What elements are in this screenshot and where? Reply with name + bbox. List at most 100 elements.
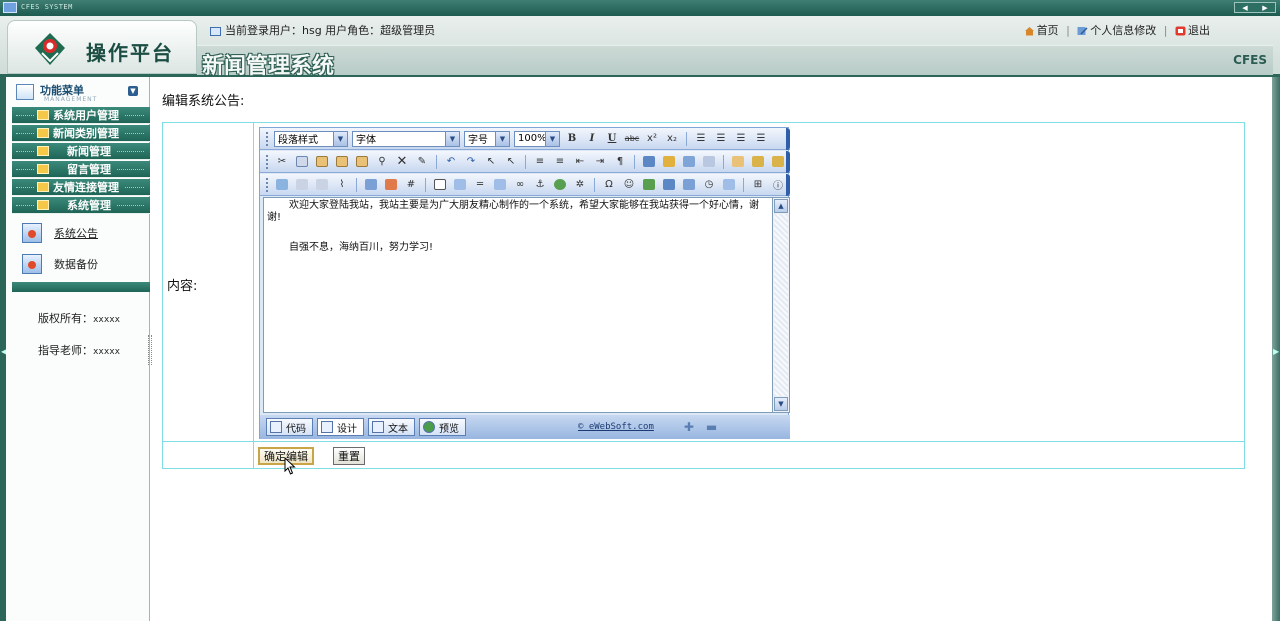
logout-link[interactable]: 退出: [1188, 24, 1210, 37]
paragraph-style-value: 段落样式: [278, 135, 318, 146]
remove-format-icon[interactable]: ✎: [414, 154, 430, 170]
map-icon[interactable]: [552, 177, 568, 193]
about-icon[interactable]: ⓘ: [770, 177, 786, 193]
subscript-icon[interactable]: x₂: [664, 131, 680, 147]
sidebar-item-system-management[interactable]: 系统管理: [12, 197, 150, 214]
paragraph-icon[interactable]: ¶: [612, 154, 628, 170]
attachment-icon[interactable]: ⌇: [334, 177, 350, 193]
sidebar-item-category-management[interactable]: 新闻类别管理: [12, 125, 150, 142]
unlink-icon[interactable]: ✲: [572, 177, 588, 193]
window-nav-buttons[interactable]: ◀ ▶: [1234, 2, 1276, 13]
tab-design[interactable]: 设计: [317, 418, 364, 436]
font-size-select[interactable]: 字号 ▼: [464, 130, 510, 147]
superscript-icon[interactable]: x²: [644, 131, 660, 147]
editor-copyright-link[interactable]: © eWebSoft.com: [578, 422, 654, 432]
media-icon[interactable]: [314, 177, 330, 193]
template-icon[interactable]: [750, 154, 766, 170]
remote-image-icon[interactable]: [363, 177, 379, 193]
logout-icon: [1175, 26, 1186, 36]
grid-icon[interactable]: #: [403, 177, 419, 193]
font-color-icon[interactable]: [641, 154, 657, 170]
background-color-icon[interactable]: [661, 154, 677, 170]
iframe-icon[interactable]: [452, 177, 468, 193]
fieldset-icon[interactable]: [432, 177, 448, 193]
sidebar-item-links-management[interactable]: 友情连接管理: [12, 179, 150, 196]
tab-code[interactable]: 代码: [266, 418, 313, 436]
expand-editor-icon[interactable]: ✚: [684, 420, 694, 434]
paste-text-icon[interactable]: [334, 154, 350, 170]
page-break-icon[interactable]: [721, 177, 737, 193]
date-icon[interactable]: [681, 177, 697, 193]
chevron-down-icon: ▼: [333, 131, 347, 146]
select-all-icon[interactable]: ↖: [483, 154, 499, 170]
style-icon[interactable]: [730, 154, 746, 170]
insert-table-icon[interactable]: [383, 177, 399, 193]
fullscreen-icon[interactable]: ⊞: [750, 177, 766, 193]
time-icon[interactable]: ◷: [701, 177, 717, 193]
profile-link[interactable]: 个人信息修改: [1090, 24, 1156, 37]
reset-button[interactable]: 重置: [333, 447, 365, 465]
form-icon[interactable]: [701, 154, 717, 170]
strikethrough-icon[interactable]: abc: [624, 131, 640, 147]
align-left-icon[interactable]: ☰: [693, 131, 709, 147]
sidebar-subitem-announcement[interactable]: 系统公告: [22, 221, 98, 245]
marquee-icon[interactable]: [492, 177, 508, 193]
paste-icon[interactable]: [314, 154, 330, 170]
italic-icon[interactable]: I: [584, 131, 600, 147]
cut-icon[interactable]: ✂: [274, 154, 290, 170]
copy-icon[interactable]: [294, 154, 310, 170]
layer-icon[interactable]: [770, 154, 786, 170]
editor-content-area[interactable]: 欢迎大家登陆我站，我站主要是为广大朋友精心制作的一个系统，希望大家能够在我站获得…: [263, 197, 773, 413]
collapse-right-icon[interactable]: ▶: [1273, 347, 1279, 356]
next-arrow-icon[interactable]: ▶: [1262, 4, 1267, 12]
tab-text[interactable]: 文本: [368, 418, 415, 436]
editor-scrollbar[interactable]: ▲ ▼: [773, 197, 790, 413]
flash-icon[interactable]: [294, 177, 310, 193]
undo-icon[interactable]: ↶: [443, 154, 459, 170]
sidebar-item-user-management[interactable]: 系统用户管理: [12, 107, 150, 124]
tab-preview[interactable]: 预览: [419, 418, 466, 436]
font-select[interactable]: 字体 ▼: [352, 130, 460, 147]
divider: [117, 168, 144, 170]
excel-icon[interactable]: [641, 177, 657, 193]
toolbar-separator: [686, 131, 687, 146]
zoom-select[interactable]: 100% ▼: [514, 130, 560, 147]
paragraph-style-select[interactable]: 段落样式 ▼: [274, 130, 348, 147]
align-center-icon[interactable]: ☰: [713, 131, 729, 147]
absolute-position-icon[interactable]: [681, 154, 697, 170]
anchor-icon[interactable]: ⚓: [532, 177, 548, 193]
table-divider: [253, 123, 254, 468]
unordered-list-icon[interactable]: ≡: [552, 154, 568, 170]
bold-icon[interactable]: B: [564, 131, 580, 147]
art-text-icon[interactable]: [661, 177, 677, 193]
scroll-up-icon[interactable]: ▲: [774, 199, 788, 213]
align-right-icon[interactable]: ☰: [733, 131, 749, 147]
outdent-icon[interactable]: ⇤: [572, 154, 588, 170]
home-link[interactable]: 首页: [1037, 24, 1059, 37]
indent-icon[interactable]: ⇥: [592, 154, 608, 170]
right-frame-border[interactable]: ▶: [1272, 77, 1280, 621]
scrollbar-track[interactable]: [774, 214, 788, 396]
editor-paragraph: 自强不息，海纳百川，努力学习!: [289, 242, 434, 253]
menu-collapse-icon[interactable]: ▼: [128, 86, 138, 96]
align-justify-icon[interactable]: ☰: [753, 131, 769, 147]
sidebar-item-news-management[interactable]: 新闻管理: [12, 143, 150, 160]
special-char-icon[interactable]: Ω: [601, 177, 617, 193]
prev-arrow-icon[interactable]: ◀: [1242, 4, 1247, 12]
find-icon[interactable]: ⚲: [374, 154, 390, 170]
unselect-icon[interactable]: ↖: [503, 154, 519, 170]
emoticon-icon[interactable]: ☺: [621, 177, 637, 193]
sidebar-item-message-management[interactable]: 留言管理: [12, 161, 150, 178]
redo-icon[interactable]: ↷: [463, 154, 479, 170]
link-icon[interactable]: ∞: [512, 177, 528, 193]
sidebar-subitem-backup[interactable]: 数据备份: [22, 252, 98, 276]
paste-word-icon[interactable]: [354, 154, 370, 170]
image-icon[interactable]: [274, 177, 290, 193]
scroll-down-icon[interactable]: ▼: [774, 397, 788, 411]
ordered-list-icon[interactable]: ≡: [532, 154, 548, 170]
horizontal-rule-icon[interactable]: ═: [472, 177, 488, 193]
shrink-editor-icon[interactable]: ▬: [706, 420, 717, 434]
delete-icon[interactable]: ✕: [394, 154, 410, 170]
folder-icon: [37, 128, 49, 138]
underline-icon[interactable]: U: [604, 131, 620, 147]
